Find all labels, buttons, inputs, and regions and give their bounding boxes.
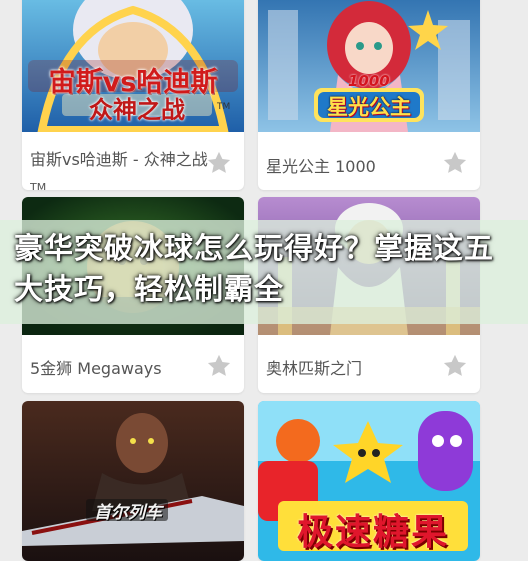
art-title: 极速糖果 <box>296 512 449 553</box>
game-card-starlight-princess[interactable]: 1000 星光公主 星光公主 1000 <box>258 0 480 190</box>
game-thumbnail[interactable]: 极速糖果 <box>258 401 480 561</box>
art-title-bottom: 众神之战 <box>89 96 185 124</box>
star-icon[interactable] <box>205 352 233 380</box>
game-title: 宙斯vs哈迪斯 - 众神之战 TM <box>30 147 230 190</box>
star-icon[interactable] <box>441 352 469 380</box>
game-card-seoul-train[interactable]: 首尔列车 <box>22 401 244 561</box>
game-thumbnail[interactable]: 首尔列车 <box>22 401 244 561</box>
game-thumbnail[interactable]: 宙斯vs哈迪斯 众神之战 TM <box>22 0 244 132</box>
game-title-line1: 宙斯vs哈迪斯 - 众神之战 <box>30 150 208 169</box>
game-title: 5金狮 Megaways <box>30 359 162 378</box>
game-card-zeus-vs-hades[interactable]: 宙斯vs哈迪斯 众神之战 TM 宙斯vs哈迪斯 - 众神之战 TM <box>22 0 244 190</box>
art-tm: TM <box>217 102 231 112</box>
game-title: 奥林匹斯之门 <box>266 359 363 378</box>
game-thumbnail[interactable]: 1000 星光公主 <box>258 0 480 132</box>
game-card-speed-candy[interactable]: 极速糖果 <box>258 401 480 561</box>
art-title: 首尔列车 <box>94 503 162 523</box>
game-title-line2: TM <box>30 181 47 191</box>
game-title: 星光公主 1000 <box>266 157 376 176</box>
article-title[interactable]: 豪华突破冰球怎么玩得好？掌握这五大技巧，轻松制霸全 <box>14 228 504 310</box>
art-title: 星光公主 <box>327 95 411 119</box>
art-number: 1000 <box>348 72 390 90</box>
seoul-train-artwork <box>22 401 244 561</box>
star-icon[interactable] <box>441 149 469 177</box>
star-icon[interactable] <box>205 149 233 177</box>
